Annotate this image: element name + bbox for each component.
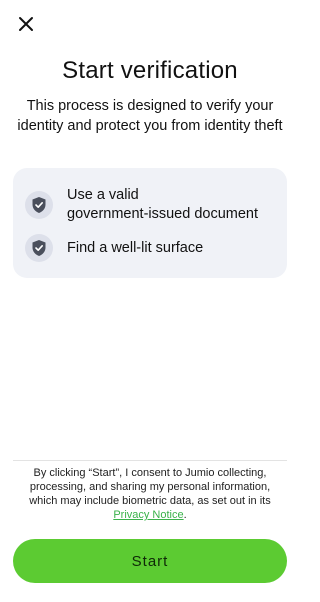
page-title: Start verification <box>62 57 238 84</box>
privacy-notice-link[interactable]: Privacy Notice <box>113 509 183 521</box>
shield-check-icon <box>25 234 53 262</box>
close-button[interactable] <box>14 14 38 38</box>
start-button[interactable]: Start <box>13 539 287 583</box>
requirements-card: Use a valid government-issued document F… <box>13 168 287 278</box>
close-icon <box>18 16 34 37</box>
requirement-label: Use a valid government-issued document <box>67 187 259 222</box>
shield-check-icon <box>25 191 53 219</box>
requirement-item-lighting: Find a well-lit surface <box>25 234 203 262</box>
consent-text: By clicking “Start”, I consent to Jumio … <box>29 467 271 521</box>
requirement-label: Find a well-lit surface <box>67 239 204 256</box>
requirement-item-document: Use a valid government-issued document <box>25 186 258 224</box>
footer-divider <box>13 460 287 461</box>
page-subtitle: This process is designed to verify your … <box>17 98 283 134</box>
